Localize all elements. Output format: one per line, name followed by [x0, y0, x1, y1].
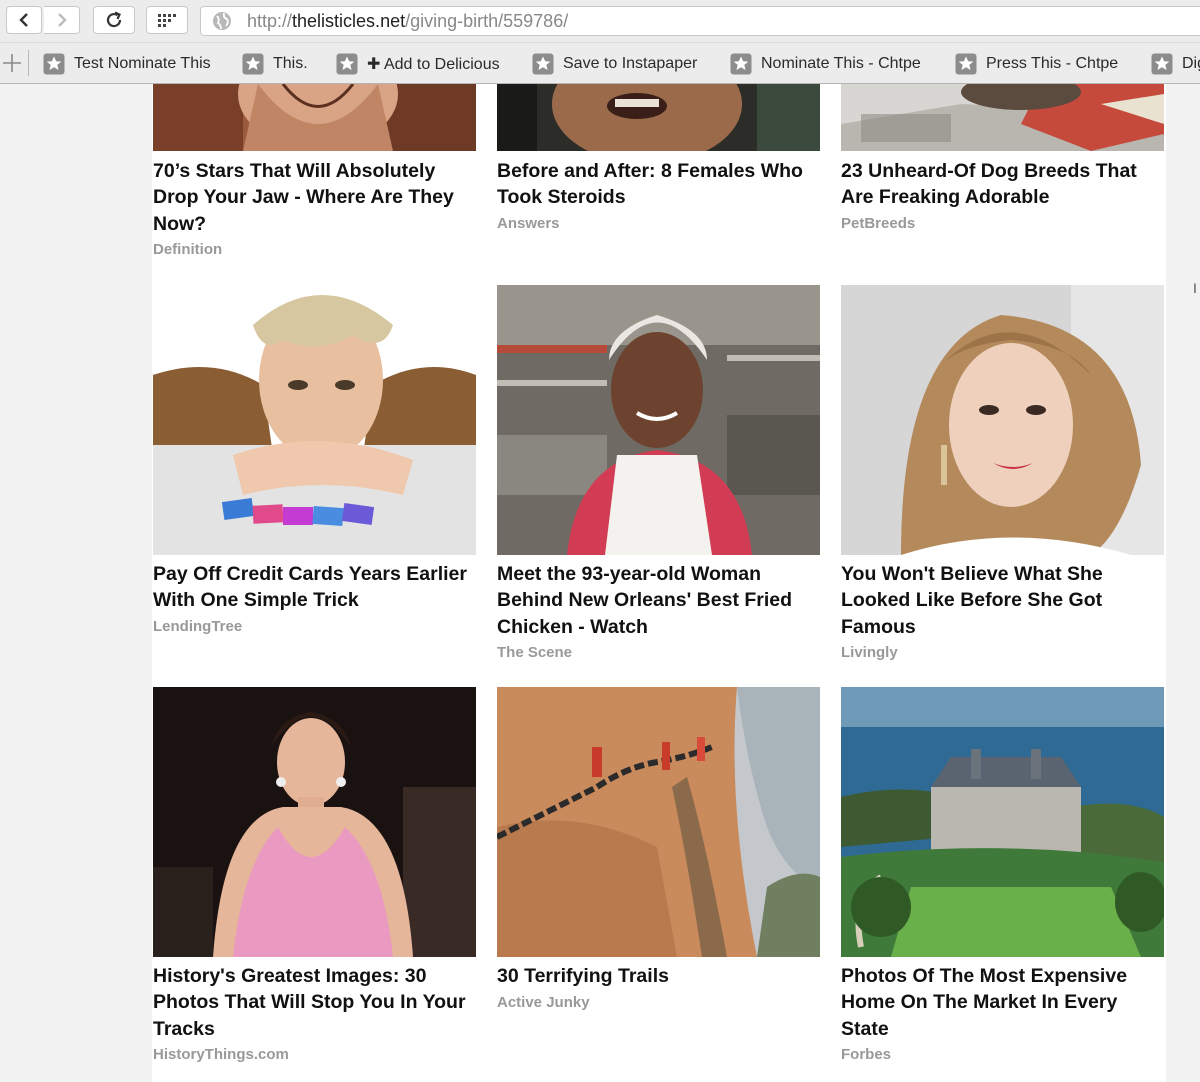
bookmark-nominate-this-chtpe[interactable]: Nominate This - Chtpe — [730, 51, 921, 77]
article-thumbnail[interactable] — [153, 687, 476, 957]
star-icon — [1151, 53, 1173, 75]
article-thumbnail[interactable] — [841, 687, 1164, 957]
article-thumbnail[interactable] — [153, 285, 476, 555]
article-thumbnail[interactable] — [497, 84, 820, 151]
article-source: Active Junky — [497, 994, 590, 1011]
article-title[interactable]: You Won't Believe What She Looked Like B… — [841, 561, 1167, 640]
article-source: PetBreeds — [841, 215, 916, 232]
bookmark-press-this-chtpe[interactable]: Press This - Chtpe — [955, 51, 1118, 77]
bookmark-label: Save to Instapaper — [563, 55, 698, 72]
article-source: Answers — [497, 215, 560, 232]
article-thumbnail[interactable] — [497, 687, 820, 957]
edge-text-fragment: I — [1193, 280, 1197, 296]
forward-arrow-icon — [57, 13, 67, 27]
bookmark-this[interactable]: This. — [242, 51, 308, 77]
article-title[interactable]: Before and After: 8 Females Who Took Ste… — [497, 158, 823, 211]
star-icon — [532, 53, 554, 75]
star-icon — [730, 53, 752, 75]
bookmarks-bar: Test Nominate This This. ✚ Add to Delici… — [0, 42, 1200, 84]
article-title[interactable]: 70’s Stars That Will Absolutely Drop You… — [153, 158, 479, 237]
article-title[interactable]: Meet the 93-year-old Woman Behind New Or… — [497, 561, 823, 640]
back-button[interactable] — [6, 6, 42, 34]
globe-icon — [213, 12, 231, 30]
bookmark-add-to-delicious[interactable]: ✚ Add to Delicious — [336, 51, 500, 77]
bookmark-test-nominate-this[interactable]: Test Nominate This — [43, 51, 211, 77]
back-arrow-icon — [19, 13, 28, 27]
star-icon — [955, 53, 977, 75]
reload-button[interactable] — [93, 6, 135, 34]
article-grid: 70’s Stars That Will Absolutely Drop You… — [152, 84, 1166, 1082]
bookmark-label: ✚ Add to Delicious — [367, 56, 500, 73]
article-title[interactable]: Photos Of The Most Expensive Home On The… — [841, 963, 1167, 1042]
forward-button[interactable] — [44, 6, 80, 34]
article-source: The Scene — [497, 644, 573, 661]
star-icon — [242, 53, 264, 75]
bookmark-label: This. — [273, 55, 308, 72]
article-thumbnail[interactable] — [497, 285, 820, 555]
bookmark-dig[interactable]: Dig — [1151, 51, 1200, 77]
article-thumbnail[interactable] — [841, 84, 1164, 151]
star-icon — [336, 53, 358, 75]
plus-icon[interactable] — [0, 51, 24, 75]
article-source: Livingly — [841, 644, 898, 661]
bookmark-save-to-instapaper[interactable]: Save to Instapaper — [532, 51, 697, 77]
bookmark-label: Test Nominate This — [74, 55, 211, 72]
url-domain: thelisticles.net — [292, 10, 406, 31]
url-text: http://thelisticles.net/giving-birth/559… — [247, 11, 568, 32]
article-title[interactable]: 23 Unheard-Of Dog Breeds That Are Freaki… — [841, 158, 1167, 211]
url-path: /giving-birth/559786/ — [405, 10, 569, 31]
article-title[interactable]: Pay Off Credit Cards Years Earlier With … — [153, 561, 479, 614]
article-title[interactable]: 30 Terrifying Trails — [497, 963, 823, 989]
article-source: LendingTree — [153, 618, 243, 635]
reload-icon — [106, 11, 122, 28]
article-source: Forbes — [841, 1046, 892, 1063]
browser-toolbar: http://thelisticles.net/giving-birth/559… — [0, 0, 1200, 42]
grid-icon — [158, 14, 176, 27]
bookmarks-separator — [28, 50, 29, 76]
apps-button[interactable] — [146, 6, 188, 34]
article-thumbnail[interactable] — [841, 285, 1164, 555]
article-source: HistoryThings.com — [153, 1046, 289, 1063]
bookmark-label: Dig — [1182, 55, 1200, 72]
url-scheme: http:// — [247, 10, 293, 31]
bookmark-label: Press This - Chtpe — [986, 55, 1119, 72]
bookmark-label: Nominate This - Chtpe — [761, 55, 921, 72]
address-bar[interactable]: http://thelisticles.net/giving-birth/559… — [200, 6, 1200, 36]
star-icon — [43, 53, 65, 75]
article-thumbnail[interactable] — [153, 84, 476, 151]
page-viewport: 70’s Stars That Will Absolutely Drop You… — [0, 84, 1200, 1082]
article-title[interactable]: History's Greatest Images: 30 Photos Tha… — [153, 963, 479, 1042]
article-source: Definition — [153, 241, 223, 258]
